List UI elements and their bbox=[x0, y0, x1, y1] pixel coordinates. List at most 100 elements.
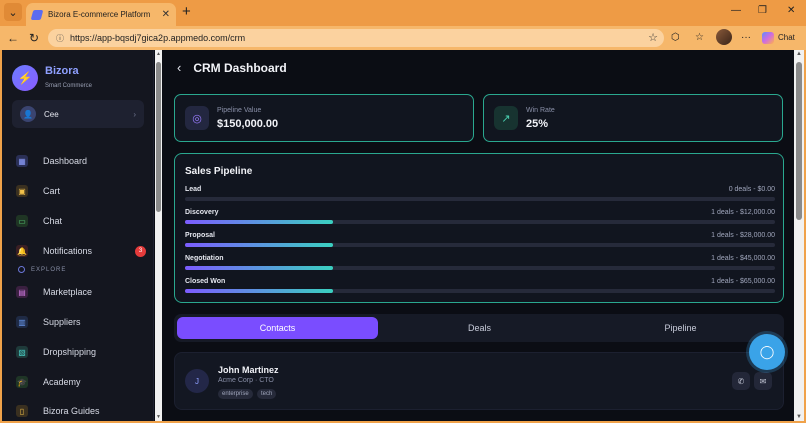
url-text: https://app-bqsdj7gica2p.appmedo.com/crm bbox=[70, 33, 246, 43]
stat-value: $150,000.00 bbox=[217, 117, 279, 130]
contact-company: Acme Corp · CTO bbox=[218, 377, 274, 384]
extensions-icon[interactable]: ⬡ bbox=[671, 32, 680, 43]
url-field[interactable]: ⓘ https://app-bqsdj7gica2p.appmedo.com/c… bbox=[48, 29, 664, 47]
browser-tab-bar: ⌄ Bizora E-commerce Platform ✕ + — ❐ ✕ bbox=[0, 0, 806, 26]
sidebar-item-chat[interactable]: ▭ Chat bbox=[16, 211, 146, 231]
sidebar-item-label: Notifications bbox=[43, 246, 93, 256]
brand-name: Bizora bbox=[45, 65, 79, 77]
stage-progress-fill bbox=[185, 266, 333, 270]
sidebar-item-label: Dropshipping bbox=[43, 347, 97, 357]
dropshipping-icon: ▧ bbox=[16, 346, 28, 358]
favorites-icon[interactable]: ☆ bbox=[695, 32, 704, 43]
marketplace-icon: ▤ bbox=[16, 286, 28, 298]
contact-card[interactable]: J John Martinez Acme Corp · CTO enterpri… bbox=[174, 352, 784, 410]
scroll-down-icon[interactable]: ▼ bbox=[794, 414, 804, 420]
stat-card-win-rate: ↗ Win Rate 25% bbox=[483, 94, 783, 142]
cart-icon: ▣ bbox=[16, 185, 28, 197]
new-tab-icon[interactable]: + bbox=[182, 4, 191, 20]
sidebar-item-label: Dashboard bbox=[43, 156, 88, 166]
page-viewport: ⚡ Bizora Smart Commerce 👤 Cee › ▦ Dashbo… bbox=[2, 50, 804, 421]
bell-icon: 🔔 bbox=[16, 245, 28, 257]
tab-title: Bizora E-commerce Platform bbox=[48, 10, 151, 19]
pipeline-stage: Negotiation 1 deals - $45,000.00 bbox=[185, 255, 775, 271]
sidebar-item-label: Chat bbox=[43, 216, 63, 226]
sidebar-scrollbar[interactable]: ▲ ▼ bbox=[155, 50, 162, 421]
message-circle-icon: ◯ bbox=[759, 344, 775, 359]
dashboard-icon: ▦ bbox=[16, 155, 28, 167]
contact-avatar: J bbox=[185, 369, 209, 393]
pipeline-title: Sales Pipeline bbox=[185, 166, 253, 177]
stage-progress-track bbox=[185, 289, 775, 293]
mail-icon[interactable]: ✉ bbox=[754, 372, 772, 390]
stage-progress-track bbox=[185, 197, 775, 201]
copilot-chat-button[interactable]: Chat bbox=[762, 30, 795, 45]
site-info-icon[interactable]: ⓘ bbox=[56, 33, 64, 44]
reload-icon[interactable]: ↻ bbox=[29, 31, 39, 45]
tab-contacts[interactable]: Contacts bbox=[177, 317, 378, 339]
stage-progress-fill bbox=[185, 243, 333, 247]
sidebar: ⚡ Bizora Smart Commerce 👤 Cee › ▦ Dashbo… bbox=[2, 50, 154, 421]
brand-logo-icon: ⚡ bbox=[12, 65, 38, 91]
sidebar-item-notifications[interactable]: 🔔 Notifications 3 bbox=[16, 241, 146, 261]
tab-deals[interactable]: Deals bbox=[379, 317, 580, 339]
explore-section-label: EXPLORE bbox=[18, 266, 66, 273]
tab-pipeline[interactable]: Pipeline bbox=[580, 317, 781, 339]
stage-name: Negotiation bbox=[185, 255, 224, 262]
sales-pipeline-card: Sales Pipeline Lead 0 deals - $0.00 Discov… bbox=[174, 153, 784, 303]
academy-icon: 🎓 bbox=[16, 376, 28, 388]
scrollbar-thumb[interactable] bbox=[156, 62, 161, 212]
sidebar-item-label: Marketplace bbox=[43, 287, 93, 297]
more-menu-icon[interactable]: ··· bbox=[741, 32, 751, 43]
scroll-down-icon[interactable]: ▼ bbox=[155, 414, 162, 420]
minimize-icon[interactable]: — bbox=[731, 5, 741, 16]
phone-icon[interactable]: ✆ bbox=[732, 372, 750, 390]
address-bar: ← ↻ ⓘ https://app-bqsdj7gica2p.appmedo.c… bbox=[0, 26, 806, 50]
restore-icon[interactable]: ❐ bbox=[758, 5, 767, 16]
chevron-right-icon: › bbox=[133, 109, 136, 119]
window-close-icon[interactable]: ✕ bbox=[787, 5, 795, 16]
profile-avatar[interactable] bbox=[716, 29, 732, 45]
trending-up-icon: ↗ bbox=[494, 106, 518, 130]
page-title: CRM Dashboard bbox=[193, 60, 287, 75]
stage-name: Proposal bbox=[185, 232, 215, 239]
explore-label-text: EXPLORE bbox=[31, 266, 67, 273]
tab-list-chevron-icon[interactable]: ⌄ bbox=[4, 3, 22, 21]
copilot-icon bbox=[762, 31, 774, 44]
stat-label: Win Rate bbox=[526, 106, 555, 114]
user-name: Cee bbox=[44, 109, 59, 119]
sidebar-item-dashboard[interactable]: ▦ Dashboard bbox=[16, 151, 146, 171]
user-card[interactable]: 👤 Cee › bbox=[12, 100, 144, 128]
chat-fab-button[interactable]: ◯ bbox=[749, 334, 785, 370]
stat-value: 25% bbox=[526, 117, 549, 130]
crm-tabs: Contacts Deals Pipeline bbox=[174, 314, 784, 342]
globe-icon bbox=[18, 266, 25, 273]
scrollbar-thumb[interactable] bbox=[796, 62, 802, 220]
book-icon: ▯ bbox=[16, 405, 28, 417]
contact-tag: enterprise bbox=[218, 389, 253, 399]
stat-card-pipeline-value: ◎ Pipeline Value $150,000.00 bbox=[174, 94, 474, 142]
sidebar-item-dropshipping[interactable]: ▧ Dropshipping bbox=[16, 342, 146, 362]
close-tab-icon[interactable]: ✕ bbox=[162, 9, 170, 20]
sidebar-item-label: Cart bbox=[43, 186, 61, 196]
bookmark-star-icon[interactable]: ☆ bbox=[648, 31, 658, 44]
chat-icon: ▭ bbox=[16, 215, 28, 227]
stage-progress-track bbox=[185, 243, 775, 247]
sidebar-item-bizora-guides[interactable]: ▯ Bizora Guides bbox=[16, 401, 146, 421]
sidebar-item-suppliers[interactable]: ▥ Suppliers bbox=[16, 312, 146, 332]
sidebar-item-marketplace[interactable]: ▤ Marketplace bbox=[16, 282, 146, 302]
browser-tab[interactable]: Bizora E-commerce Platform ✕ bbox=[26, 3, 176, 26]
scroll-up-icon[interactable]: ▲ bbox=[155, 51, 162, 57]
back-arrow-icon[interactable]: ‹ bbox=[177, 60, 181, 75]
sidebar-item-label: Suppliers bbox=[43, 317, 81, 327]
contact-tag: tech bbox=[257, 389, 277, 399]
stage-progress-track bbox=[185, 220, 775, 224]
sidebar-item-academy[interactable]: 🎓 Academy bbox=[16, 372, 146, 392]
back-nav-icon[interactable]: ← bbox=[7, 31, 19, 45]
sidebar-item-cart[interactable]: ▣ Cart bbox=[16, 181, 146, 201]
main-content: ‹ CRM Dashboard ◎ Pipeline Value $150,00… bbox=[163, 50, 793, 421]
scroll-up-icon[interactable]: ▲ bbox=[794, 51, 804, 57]
suppliers-icon: ▥ bbox=[16, 316, 28, 328]
page-scrollbar[interactable]: ▲ ▼ bbox=[794, 50, 804, 421]
pipeline-stage: Lead 0 deals - $0.00 bbox=[185, 186, 775, 202]
sidebar-item-label: Academy bbox=[43, 377, 81, 387]
